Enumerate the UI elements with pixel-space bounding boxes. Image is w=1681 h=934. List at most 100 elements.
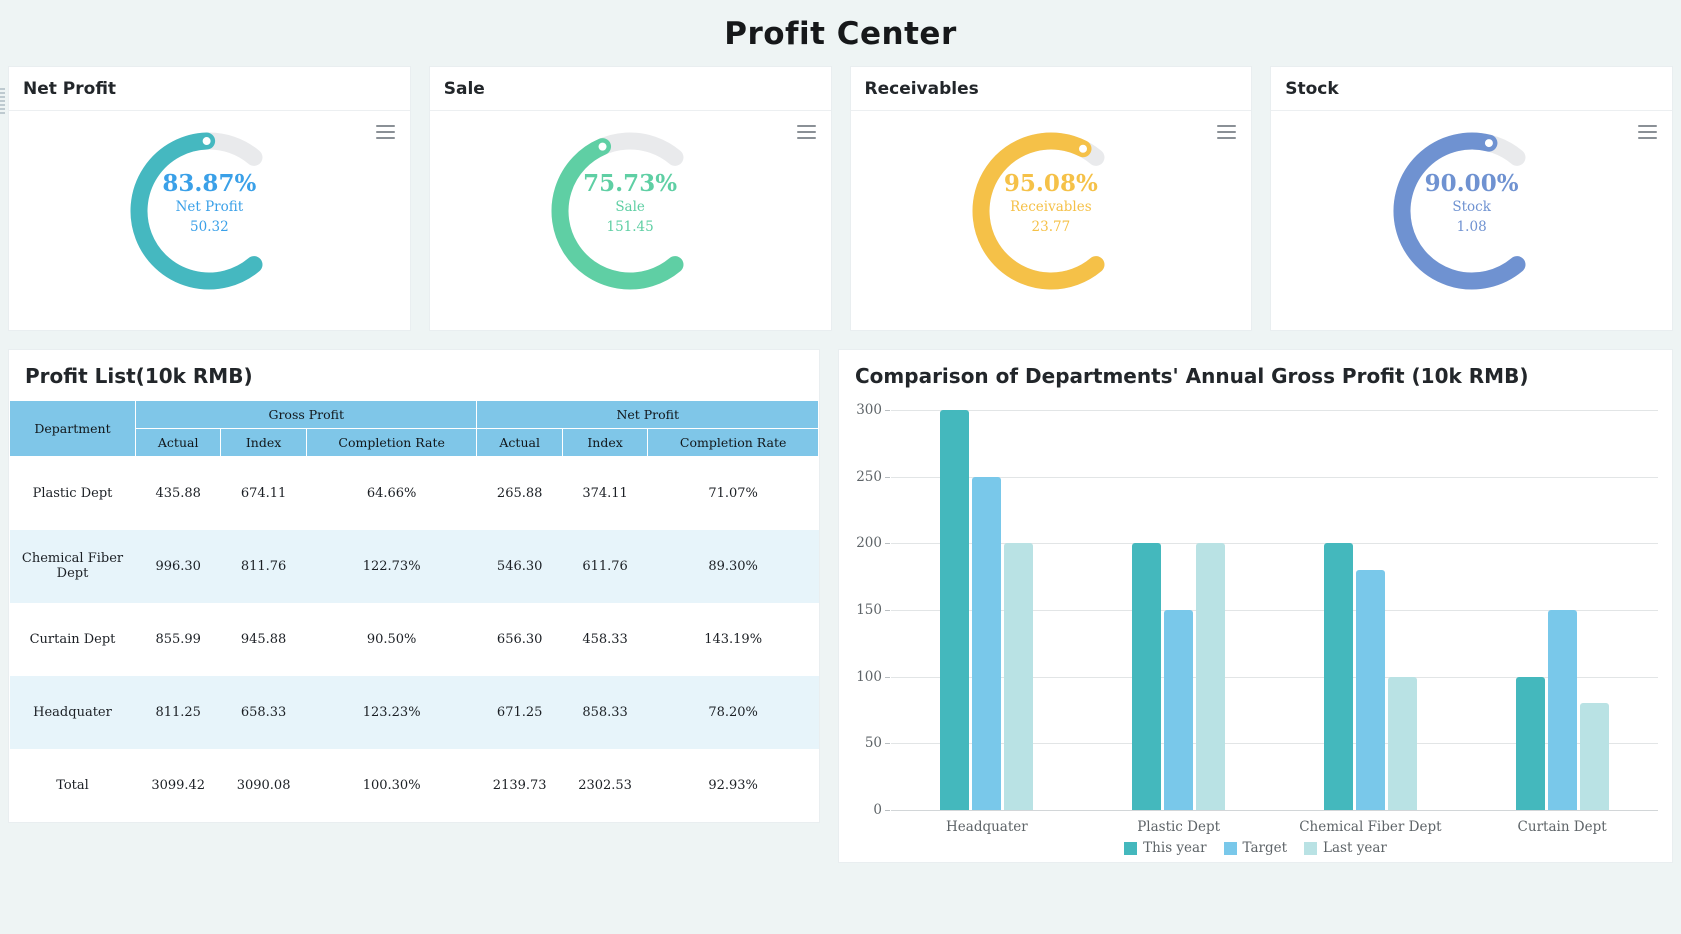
gauge-card-body: 75.73%Sale151.45: [430, 111, 831, 330]
cell-gross-completion-rate: 122.73%: [306, 530, 477, 603]
col-gross-actual: Actual: [136, 429, 221, 457]
bar[interactable]: [1580, 703, 1609, 810]
cell-net-completion-rate: 89.30%: [648, 530, 819, 603]
bar-group: Curtain Dept: [1466, 410, 1658, 810]
cell-gross-actual: 855.99: [136, 603, 221, 676]
cell-gross-completion-rate: 100.30%: [306, 749, 477, 822]
col-department: Department: [10, 401, 136, 457]
bar[interactable]: [1388, 677, 1417, 810]
y-axis-tick: 0: [873, 802, 882, 818]
gauge-row: Net Profit83.87%Net Profit50.32Sale75.73…: [0, 66, 1681, 331]
cell-net-actual: 671.25: [477, 676, 562, 749]
col-group-gross-profit: Gross Profit: [136, 401, 477, 429]
gauge-card-body: 90.00%Stock1.08: [1271, 111, 1672, 330]
legend-item[interactable]: Last year: [1304, 840, 1387, 856]
chart-legend: This year Target Last year: [845, 840, 1666, 856]
bar[interactable]: [1356, 570, 1385, 810]
cell-net-index: 458.33: [562, 603, 647, 676]
bar[interactable]: [1132, 543, 1161, 810]
col-gross-index: Index: [221, 429, 306, 457]
table-row[interactable]: Plastic Dept435.88674.1164.66%265.88374.…: [10, 457, 819, 530]
gross-profit-chart-panel: Comparison of Departments' Annual Gross …: [838, 349, 1673, 863]
cell-net-actual: 2139.73: [477, 749, 562, 822]
gauge-card-sale: Sale75.73%Sale151.45: [429, 66, 832, 331]
legend-label: Last year: [1323, 840, 1387, 856]
cell-gross-index: 658.33: [221, 676, 306, 749]
legend-label: Target: [1243, 840, 1288, 856]
cell-net-completion-rate: 143.19%: [648, 603, 819, 676]
cell-department: Headquater: [10, 676, 136, 749]
bottom-row: Profit List(10k RMB) Department Gross Pr…: [0, 331, 1681, 863]
panel-drag-handle[interactable]: [0, 88, 5, 114]
cell-gross-completion-rate: 64.66%: [306, 457, 477, 530]
col-gross-completion-rate: Completion Rate: [306, 429, 477, 457]
gridline: [891, 810, 1658, 811]
bar[interactable]: [1324, 543, 1353, 810]
legend-swatch: [1224, 842, 1237, 855]
y-axis-tick: 100: [856, 669, 882, 685]
table-row[interactable]: Chemical Fiber Dept996.30811.76122.73%54…: [10, 530, 819, 603]
profit-list-panel: Profit List(10k RMB) Department Gross Pr…: [8, 349, 820, 823]
profit-list-title: Profit List(10k RMB): [9, 350, 819, 400]
gauge-card-body: 95.08%Receivables23.77: [851, 111, 1252, 330]
cell-department: Chemical Fiber Dept: [10, 530, 136, 603]
gauge-dial: 75.73%Sale151.45: [535, 119, 725, 299]
gauge-card-receivables: Receivables 95.08%Receivables23.77: [850, 66, 1253, 331]
x-axis-label: Chemical Fiber Dept: [1275, 819, 1467, 835]
bar[interactable]: [1164, 610, 1193, 810]
cell-gross-actual: 435.88: [136, 457, 221, 530]
cell-net-actual: 265.88: [477, 457, 562, 530]
gauge-dial: 90.00%Stock1.08: [1377, 119, 1567, 299]
bar[interactable]: [1548, 610, 1577, 810]
x-axis-label: Plastic Dept: [1083, 819, 1275, 835]
profit-table-head: Department Gross Profit Net Profit Actua…: [10, 401, 819, 457]
col-net-index: Index: [562, 429, 647, 457]
cell-gross-index: 3090.08: [221, 749, 306, 822]
cell-net-index: 374.11: [562, 457, 647, 530]
cell-gross-completion-rate: 123.23%: [306, 676, 477, 749]
legend-label: This year: [1143, 840, 1206, 856]
gauge-card-body: 83.87%Net Profit50.32: [9, 111, 410, 330]
x-axis-label: Curtain Dept: [1466, 819, 1658, 835]
bar-chart: 050100150200250300HeadquaterPlastic Dept…: [845, 400, 1666, 862]
table-row[interactable]: Total3099.423090.08100.30%2139.732302.53…: [10, 749, 819, 822]
cell-department: Curtain Dept: [10, 603, 136, 676]
legend-item[interactable]: This year: [1124, 840, 1206, 856]
bar[interactable]: [1196, 543, 1225, 810]
col-net-completion-rate: Completion Rate: [648, 429, 819, 457]
bar[interactable]: [1516, 677, 1545, 810]
cell-net-index: 2302.53: [562, 749, 647, 822]
legend-item[interactable]: Target: [1224, 840, 1288, 856]
gauge-dial: 95.08%Receivables23.77: [956, 119, 1146, 299]
y-axis-tick: 300: [856, 402, 882, 418]
y-axis-tick: 250: [856, 469, 882, 485]
legend-swatch: [1304, 842, 1317, 855]
cell-net-completion-rate: 92.93%: [648, 749, 819, 822]
gauge-dial: 83.87%Net Profit50.32: [114, 119, 304, 299]
page-title: Profit Center: [0, 0, 1681, 66]
cell-department: Plastic Dept: [10, 457, 136, 530]
gauge-card-title: Receivables: [851, 67, 1252, 111]
cell-gross-actual: 3099.42: [136, 749, 221, 822]
bar-groups: HeadquaterPlastic DeptChemical Fiber Dep…: [891, 410, 1658, 810]
cell-gross-index: 674.11: [221, 457, 306, 530]
bar-group: Chemical Fiber Dept: [1275, 410, 1467, 810]
table-row[interactable]: Curtain Dept855.99945.8890.50%656.30458.…: [10, 603, 819, 676]
cell-net-actual: 656.30: [477, 603, 562, 676]
gauge-wrap: 90.00%Stock1.08: [1271, 119, 1672, 299]
bar[interactable]: [972, 477, 1001, 810]
bar[interactable]: [940, 410, 969, 810]
cell-gross-completion-rate: 90.50%: [306, 603, 477, 676]
bar-group: Headquater: [891, 410, 1083, 810]
cell-net-index: 858.33: [562, 676, 647, 749]
bar-group: Plastic Dept: [1083, 410, 1275, 810]
gauge-wrap: 75.73%Sale151.45: [430, 119, 831, 299]
bar[interactable]: [1004, 543, 1033, 810]
chart-title: Comparison of Departments' Annual Gross …: [839, 350, 1672, 400]
gauge-card-net-profit: Net Profit83.87%Net Profit50.32: [8, 66, 411, 331]
y-axis-tick: 150: [856, 602, 882, 618]
cell-gross-actual: 996.30: [136, 530, 221, 603]
cell-gross-index: 945.88: [221, 603, 306, 676]
table-row[interactable]: Headquater811.25658.33123.23%671.25858.3…: [10, 676, 819, 749]
profit-table-body: Plastic Dept435.88674.1164.66%265.88374.…: [10, 457, 819, 822]
